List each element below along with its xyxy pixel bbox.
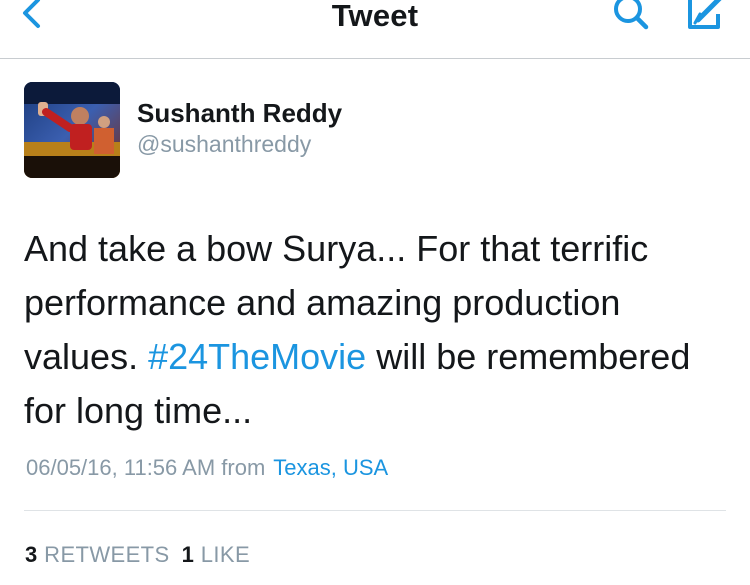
retweets-stat[interactable]: 3 RETWEETS — [25, 542, 170, 567]
tweet-text-line: And take a bow Surya... For that terrifi… — [24, 228, 649, 269]
tweet-text-segment: values. — [24, 336, 149, 377]
avatar[interactable] — [24, 82, 120, 178]
retweets-count: 3 — [25, 542, 38, 567]
tweet-text-line: for long time... — [24, 390, 253, 431]
timestamp: 06/05/16, 11:56 AM from — [26, 455, 266, 480]
retweets-label: RETWEETS — [44, 542, 170, 567]
tweet-stats: 3 RETWEETS 1 LIKE — [25, 542, 250, 568]
display-name[interactable]: Sushanth Reddy — [137, 98, 342, 129]
likes-label: LIKE — [200, 542, 251, 567]
likes-count: 1 — [181, 542, 195, 567]
user-handle[interactable]: @sushanthreddy — [137, 131, 311, 158]
search-icon[interactable] — [608, 0, 656, 34]
tweet-meta: 06/05/16, 11:56 AM from Texas, USA — [26, 455, 388, 481]
tweet-text-line: performance and amazing production — [24, 282, 621, 323]
hashtag-link[interactable]: #24TheMovie — [148, 336, 366, 377]
divider — [24, 510, 726, 511]
tweet-text-segment: will be remembered — [366, 336, 691, 377]
likes-stat[interactable]: 1 LIKE — [182, 542, 250, 567]
tweet-text-line: values. #24TheMovie will be remembered — [24, 330, 739, 384]
compose-icon[interactable] — [680, 0, 730, 34]
navigation-bar: Tweet — [0, 0, 750, 59]
tweet-text: And take a bow Surya... For that terrifi… — [24, 222, 739, 438]
location-link[interactable]: Texas, USA — [273, 455, 388, 480]
